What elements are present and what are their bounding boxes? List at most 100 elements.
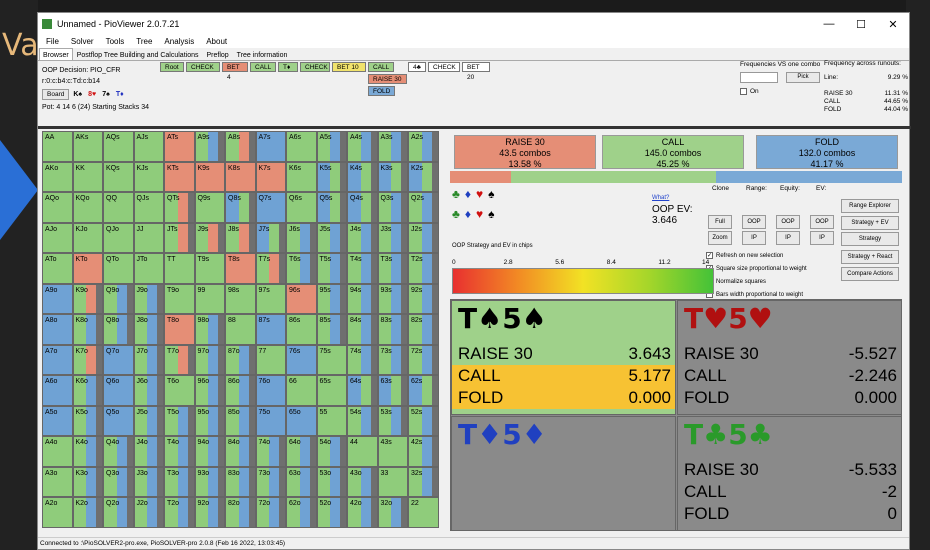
ev-ip-button[interactable]: IP bbox=[810, 231, 834, 245]
hand-cell[interactable]: JJ bbox=[133, 222, 164, 253]
hand-cell[interactable]: 62o bbox=[286, 497, 317, 528]
hand-cell[interactable]: T9s bbox=[194, 253, 225, 284]
hand-cell[interactable]: 93o bbox=[194, 466, 225, 497]
suit-combo-quadrant[interactable]: T♥5♥ RAISE 30 -5.527 CALL -2.246 FOLD 0.000 bbox=[677, 300, 902, 415]
hand-cell[interactable]: K3s bbox=[377, 161, 408, 192]
hand-cell[interactable]: Q7o bbox=[103, 344, 134, 375]
hand-cell[interactable]: J9s bbox=[194, 222, 225, 253]
tree-node[interactable]: BET 4 bbox=[222, 62, 248, 81]
hand-cell[interactable]: 84s bbox=[347, 314, 378, 345]
menu-about[interactable]: About bbox=[200, 35, 233, 48]
suit-icon[interactable]: ♦ bbox=[465, 187, 471, 201]
option-checkbox[interactable]: ✓Square size proportional to weight bbox=[706, 265, 807, 272]
tab-postflop[interactable]: Postflop Tree Building and Calculations bbox=[73, 48, 203, 60]
hand-cell[interactable]: K4o bbox=[72, 436, 103, 467]
hand-cell[interactable]: K6s bbox=[286, 161, 317, 192]
hand-cell[interactable]: 88 bbox=[225, 314, 256, 345]
hand-cell[interactable]: 96s bbox=[286, 283, 317, 314]
full-button[interactable]: Full bbox=[708, 215, 732, 229]
hand-cell[interactable]: T2s bbox=[408, 253, 439, 284]
hand-cell[interactable]: A5o bbox=[42, 405, 73, 436]
hand-cell[interactable]: A9o bbox=[42, 283, 73, 314]
ev-oop-button[interactable]: OOP bbox=[810, 215, 834, 229]
hand-cell[interactable]: TT bbox=[164, 253, 195, 284]
board-button[interactable]: Board bbox=[42, 89, 70, 100]
hand-cell[interactable]: Q4o bbox=[103, 436, 134, 467]
hand-cell[interactable]: A6s bbox=[286, 131, 317, 162]
strategy-button[interactable]: Strategy bbox=[841, 232, 899, 246]
hand-cell[interactable]: 82o bbox=[225, 497, 256, 528]
hand-cell[interactable]: AKo bbox=[42, 161, 73, 192]
hand-cell[interactable]: 98s bbox=[225, 283, 256, 314]
hand-cell[interactable]: 52o bbox=[316, 497, 347, 528]
pick-button[interactable]: Pick bbox=[786, 72, 820, 83]
hand-cell[interactable]: 93s bbox=[377, 283, 408, 314]
suit-combo-quadrant[interactable]: T♦5♦ bbox=[451, 416, 676, 531]
hand-cell[interactable]: QQ bbox=[103, 192, 134, 223]
range-explorer-button[interactable]: Range Explorer bbox=[841, 199, 899, 213]
hand-cell[interactable]: J2o bbox=[133, 497, 164, 528]
hand-cell[interactable]: Q3o bbox=[103, 466, 134, 497]
hand-cell[interactable]: T4o bbox=[164, 436, 195, 467]
hand-cell[interactable]: A3s bbox=[377, 131, 408, 162]
hand-cell[interactable]: 95s bbox=[316, 283, 347, 314]
hand-cell[interactable]: 77 bbox=[255, 344, 286, 375]
tab-preflop[interactable]: Preflop bbox=[202, 48, 232, 60]
hand-cell[interactable]: 86s bbox=[286, 314, 317, 345]
hand-cell[interactable]: A9s bbox=[194, 131, 225, 162]
hand-cell[interactable]: K8o bbox=[72, 314, 103, 345]
compare-actions-button[interactable]: Compare Actions bbox=[841, 267, 899, 281]
hand-cell[interactable]: 92s bbox=[408, 283, 439, 314]
hand-cell[interactable]: 64o bbox=[286, 436, 317, 467]
hand-cell[interactable]: Q3s bbox=[377, 192, 408, 223]
hand-cell[interactable]: T8s bbox=[225, 253, 256, 284]
hand-cell[interactable]: T5s bbox=[316, 253, 347, 284]
menu-tree[interactable]: Tree bbox=[130, 35, 158, 48]
suit-combo-quadrant[interactable]: T♠5♠ RAISE 30 3.643 CALL 5.177 FOLD 0.000 bbox=[451, 300, 676, 415]
hand-cell[interactable]: Q9o bbox=[103, 283, 134, 314]
on-checkbox[interactable] bbox=[740, 88, 747, 95]
suit-icon[interactable]: ♥ bbox=[476, 187, 483, 201]
hand-cell[interactable]: 84o bbox=[225, 436, 256, 467]
hand-cell[interactable]: 54s bbox=[347, 405, 378, 436]
hand-cell[interactable]: A7s bbox=[255, 131, 286, 162]
suit-icon[interactable]: ♠ bbox=[488, 187, 494, 201]
hand-cell[interactable]: 63o bbox=[286, 466, 317, 497]
equity-oop-button[interactable]: OOP bbox=[776, 215, 800, 229]
hand-cell[interactable]: 64s bbox=[347, 375, 378, 406]
hand-cell[interactable]: 33 bbox=[377, 466, 408, 497]
hand-cell[interactable]: J5o bbox=[133, 405, 164, 436]
hand-cell[interactable]: 87s bbox=[255, 314, 286, 345]
hand-cell[interactable]: JTs bbox=[164, 222, 195, 253]
hand-cell[interactable]: Q2s bbox=[408, 192, 439, 223]
hand-cell[interactable]: J8o bbox=[133, 314, 164, 345]
strategy-react-button[interactable]: Strategy + React bbox=[841, 250, 899, 264]
hand-cell[interactable]: KTo bbox=[72, 253, 103, 284]
hand-cell[interactable]: Q6o bbox=[103, 375, 134, 406]
hand-cell[interactable]: AJo bbox=[42, 222, 73, 253]
hand-cell[interactable]: T7o bbox=[164, 344, 195, 375]
hand-cell[interactable]: 74s bbox=[347, 344, 378, 375]
hand-cell[interactable]: Q8o bbox=[103, 314, 134, 345]
hand-cell[interactable]: Q5s bbox=[316, 192, 347, 223]
hand-cell[interactable]: 98o bbox=[194, 314, 225, 345]
hand-cell[interactable]: AA bbox=[42, 131, 73, 162]
hand-cell[interactable]: 32s bbox=[408, 466, 439, 497]
hand-cell[interactable]: K9o bbox=[72, 283, 103, 314]
menu-tools[interactable]: Tools bbox=[100, 35, 131, 48]
hand-cell[interactable]: KQo bbox=[72, 192, 103, 223]
hand-cell[interactable]: 87o bbox=[225, 344, 256, 375]
hand-cell[interactable]: 97s bbox=[255, 283, 286, 314]
hand-cell[interactable]: A2o bbox=[42, 497, 73, 528]
equity-ip-button[interactable]: IP bbox=[776, 231, 800, 245]
hand-cell[interactable]: J7s bbox=[255, 222, 286, 253]
hand-cell[interactable]: J2s bbox=[408, 222, 439, 253]
hand-cell[interactable]: AKs bbox=[72, 131, 103, 162]
close-button[interactable]: ✕ bbox=[877, 18, 909, 31]
hand-cell[interactable]: T3o bbox=[164, 466, 195, 497]
hand-cell[interactable]: K2s bbox=[408, 161, 439, 192]
hand-cell[interactable]: J7o bbox=[133, 344, 164, 375]
hand-cell[interactable]: AQs bbox=[103, 131, 134, 162]
hand-cell[interactable]: KQs bbox=[103, 161, 134, 192]
hand-cell[interactable]: K3o bbox=[72, 466, 103, 497]
